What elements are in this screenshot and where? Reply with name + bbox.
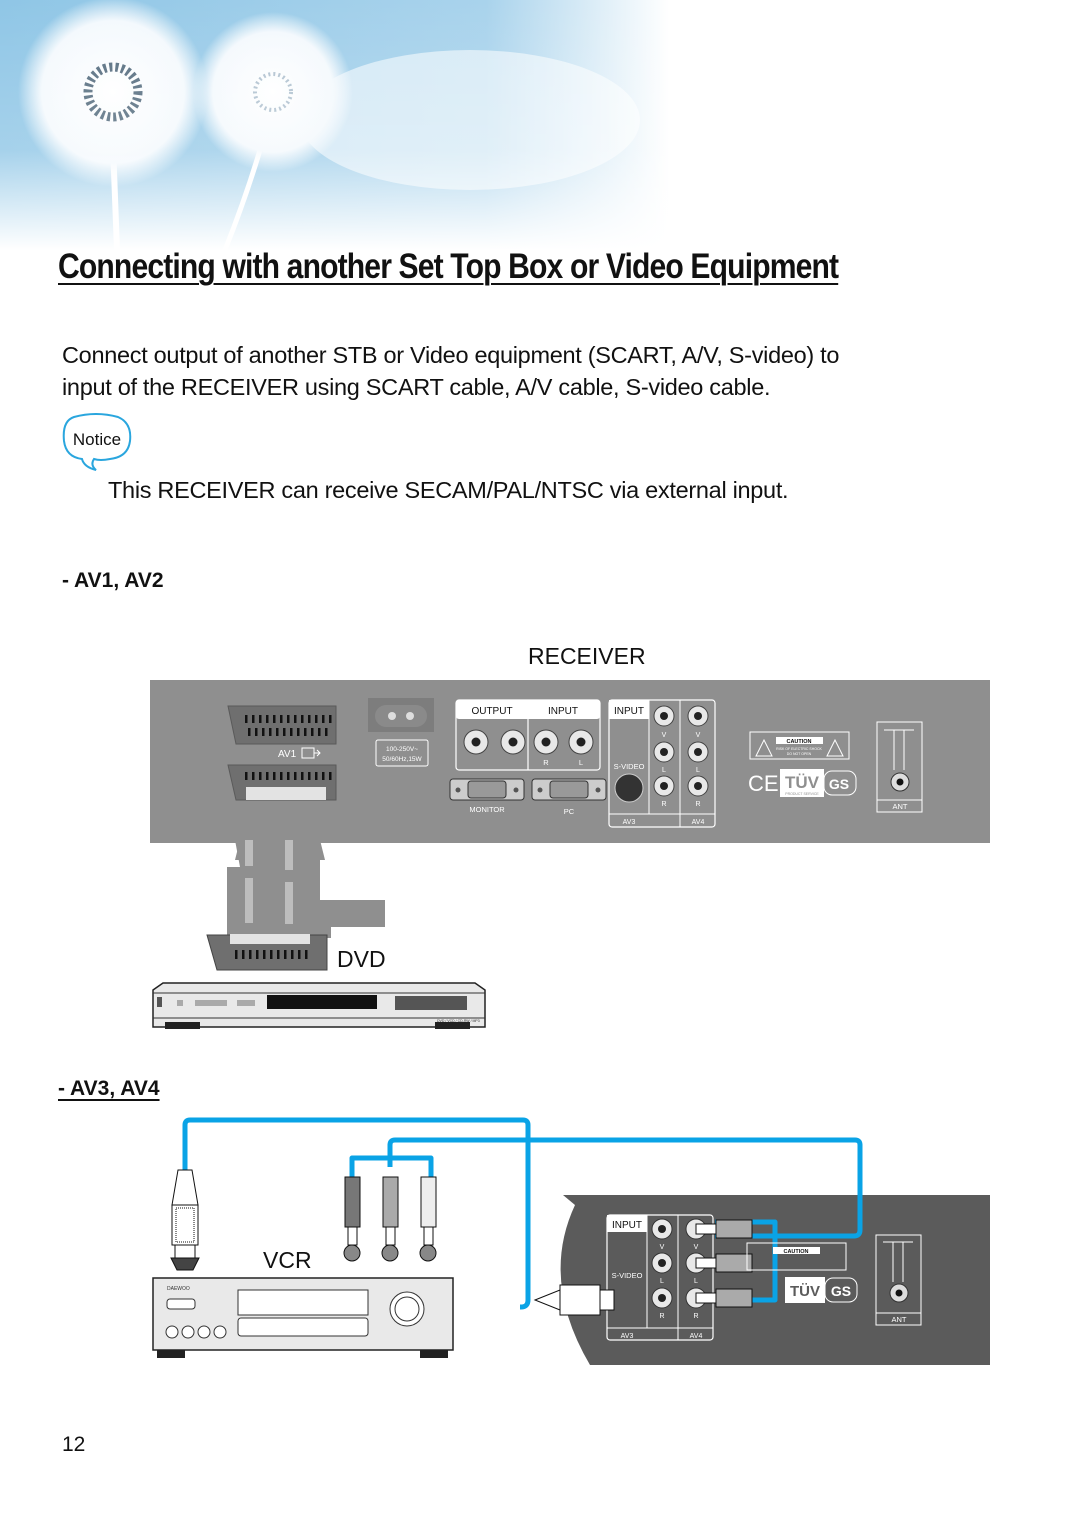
ce-mark: CE [748,771,779,796]
caution-sub-1: RISK OF ELECTRIC SHOCK [776,747,822,751]
ant-label: ANT [893,802,908,811]
pc-label: PC [564,807,575,816]
notice-speech-bubble-icon: Notice [62,413,132,471]
dandelion-banner-image [0,0,1080,250]
av3-av4-connection-diagram: DAEWOO INPUT V L R V L R AV3 AV4 S-VIDEO [152,1117,990,1365]
output-label: OUTPUT [471,706,512,717]
av4-v-label: V [696,732,701,739]
vga-pc-port [531,778,607,801]
av3-l-label: L [662,767,666,774]
av3-v-label: V [662,732,667,739]
page-number: 12 [62,1433,86,1456]
dvd-label: DVD [337,946,386,972]
power-rating-line-1: 100-250V~ [386,746,418,753]
svideo-label-bottom: S-VIDEO [612,1271,643,1280]
av3-r-label-bottom: R [659,1313,664,1320]
vcr-brand: DAEWOO [167,1286,190,1292]
scart-plug-dvd [206,934,328,971]
power-rating-line-2: 50/60Hz,15W [382,756,422,763]
section-heading-av1-av2: - AV1, AV2 [62,569,164,592]
notice-label: Notice [73,430,121,449]
av4-v-label-bottom: V [694,1244,699,1251]
caution-label-bottom: CAUTION [783,1249,808,1255]
tuv-sub: PRODUCT SERVICE [785,792,819,796]
input-r-label: R [543,758,549,767]
av4-label-bottom: AV4 [690,1333,703,1340]
dvd-formats: DVD / VCD / CD-RW / MP3 [437,1019,480,1023]
dvd-player-icon: DVD / VCD / CD-RW / MP3 [152,982,486,1029]
intro-text-line-1: Connect output of another STB or Video e… [62,342,840,368]
svideo-port [614,773,644,803]
page-title: Connecting with another Set Top Box or V… [58,247,839,286]
av-input-label-bottom: INPUT [612,1220,642,1231]
section-heading-av3-av4: - AV3, AV4 [58,1077,160,1100]
av1-label: AV1 [278,749,297,760]
scart-av1-connector [227,705,337,745]
audio-input-label: INPUT [548,706,578,717]
input-l-label: L [579,758,583,767]
av3-v-label-bottom: V [660,1244,665,1251]
av3-label-bottom: AV3 [621,1333,634,1340]
receiver-label: RECEIVER [528,643,646,669]
scart-av2-connector [227,764,337,801]
av4-r-label: R [695,801,700,808]
gs-mark-bottom: GS [831,1283,851,1299]
av3-l-label-bottom: L [660,1278,664,1285]
caution-label: CAUTION [786,739,811,745]
ant-label-bottom: ANT [892,1315,907,1324]
av4-l-label-bottom: L [694,1278,698,1285]
rca-plugs-vcr [343,1176,437,1262]
svideo-plug-receiver [533,1284,615,1316]
notice-text: This RECEIVER can receive SECAM/PAL/NTSC… [108,477,789,503]
vcr-icon: DAEWOO [152,1277,454,1358]
av3-label: AV3 [623,819,636,826]
vga-monitor-port [449,778,525,801]
av4-label: AV4 [692,819,705,826]
scart-cable-and-dvd-player: DVD / VCD / CD-RW / MP3 [152,840,486,1029]
tuv-mark: TÜV [785,773,820,792]
caution-sub-2: DO NOT OPEN [787,752,812,756]
tuv-mark-bottom: TÜV [790,1283,820,1300]
av4-l-label: L [696,767,700,774]
svideo-label: S-VIDEO [614,762,645,771]
av3-r-label: R [661,801,666,808]
monitor-label: MONITOR [469,805,505,814]
av-input-label: INPUT [614,706,644,717]
vcr-label: VCR [263,1247,312,1273]
av4-r-label-bottom: R [693,1313,698,1320]
gs-mark: GS [829,776,849,792]
intro-text-line-2: input of the RECEIVER using SCART cable,… [62,374,771,400]
svideo-plug-vcr [170,1169,200,1271]
rca-plugs-receiver [695,1219,753,1308]
